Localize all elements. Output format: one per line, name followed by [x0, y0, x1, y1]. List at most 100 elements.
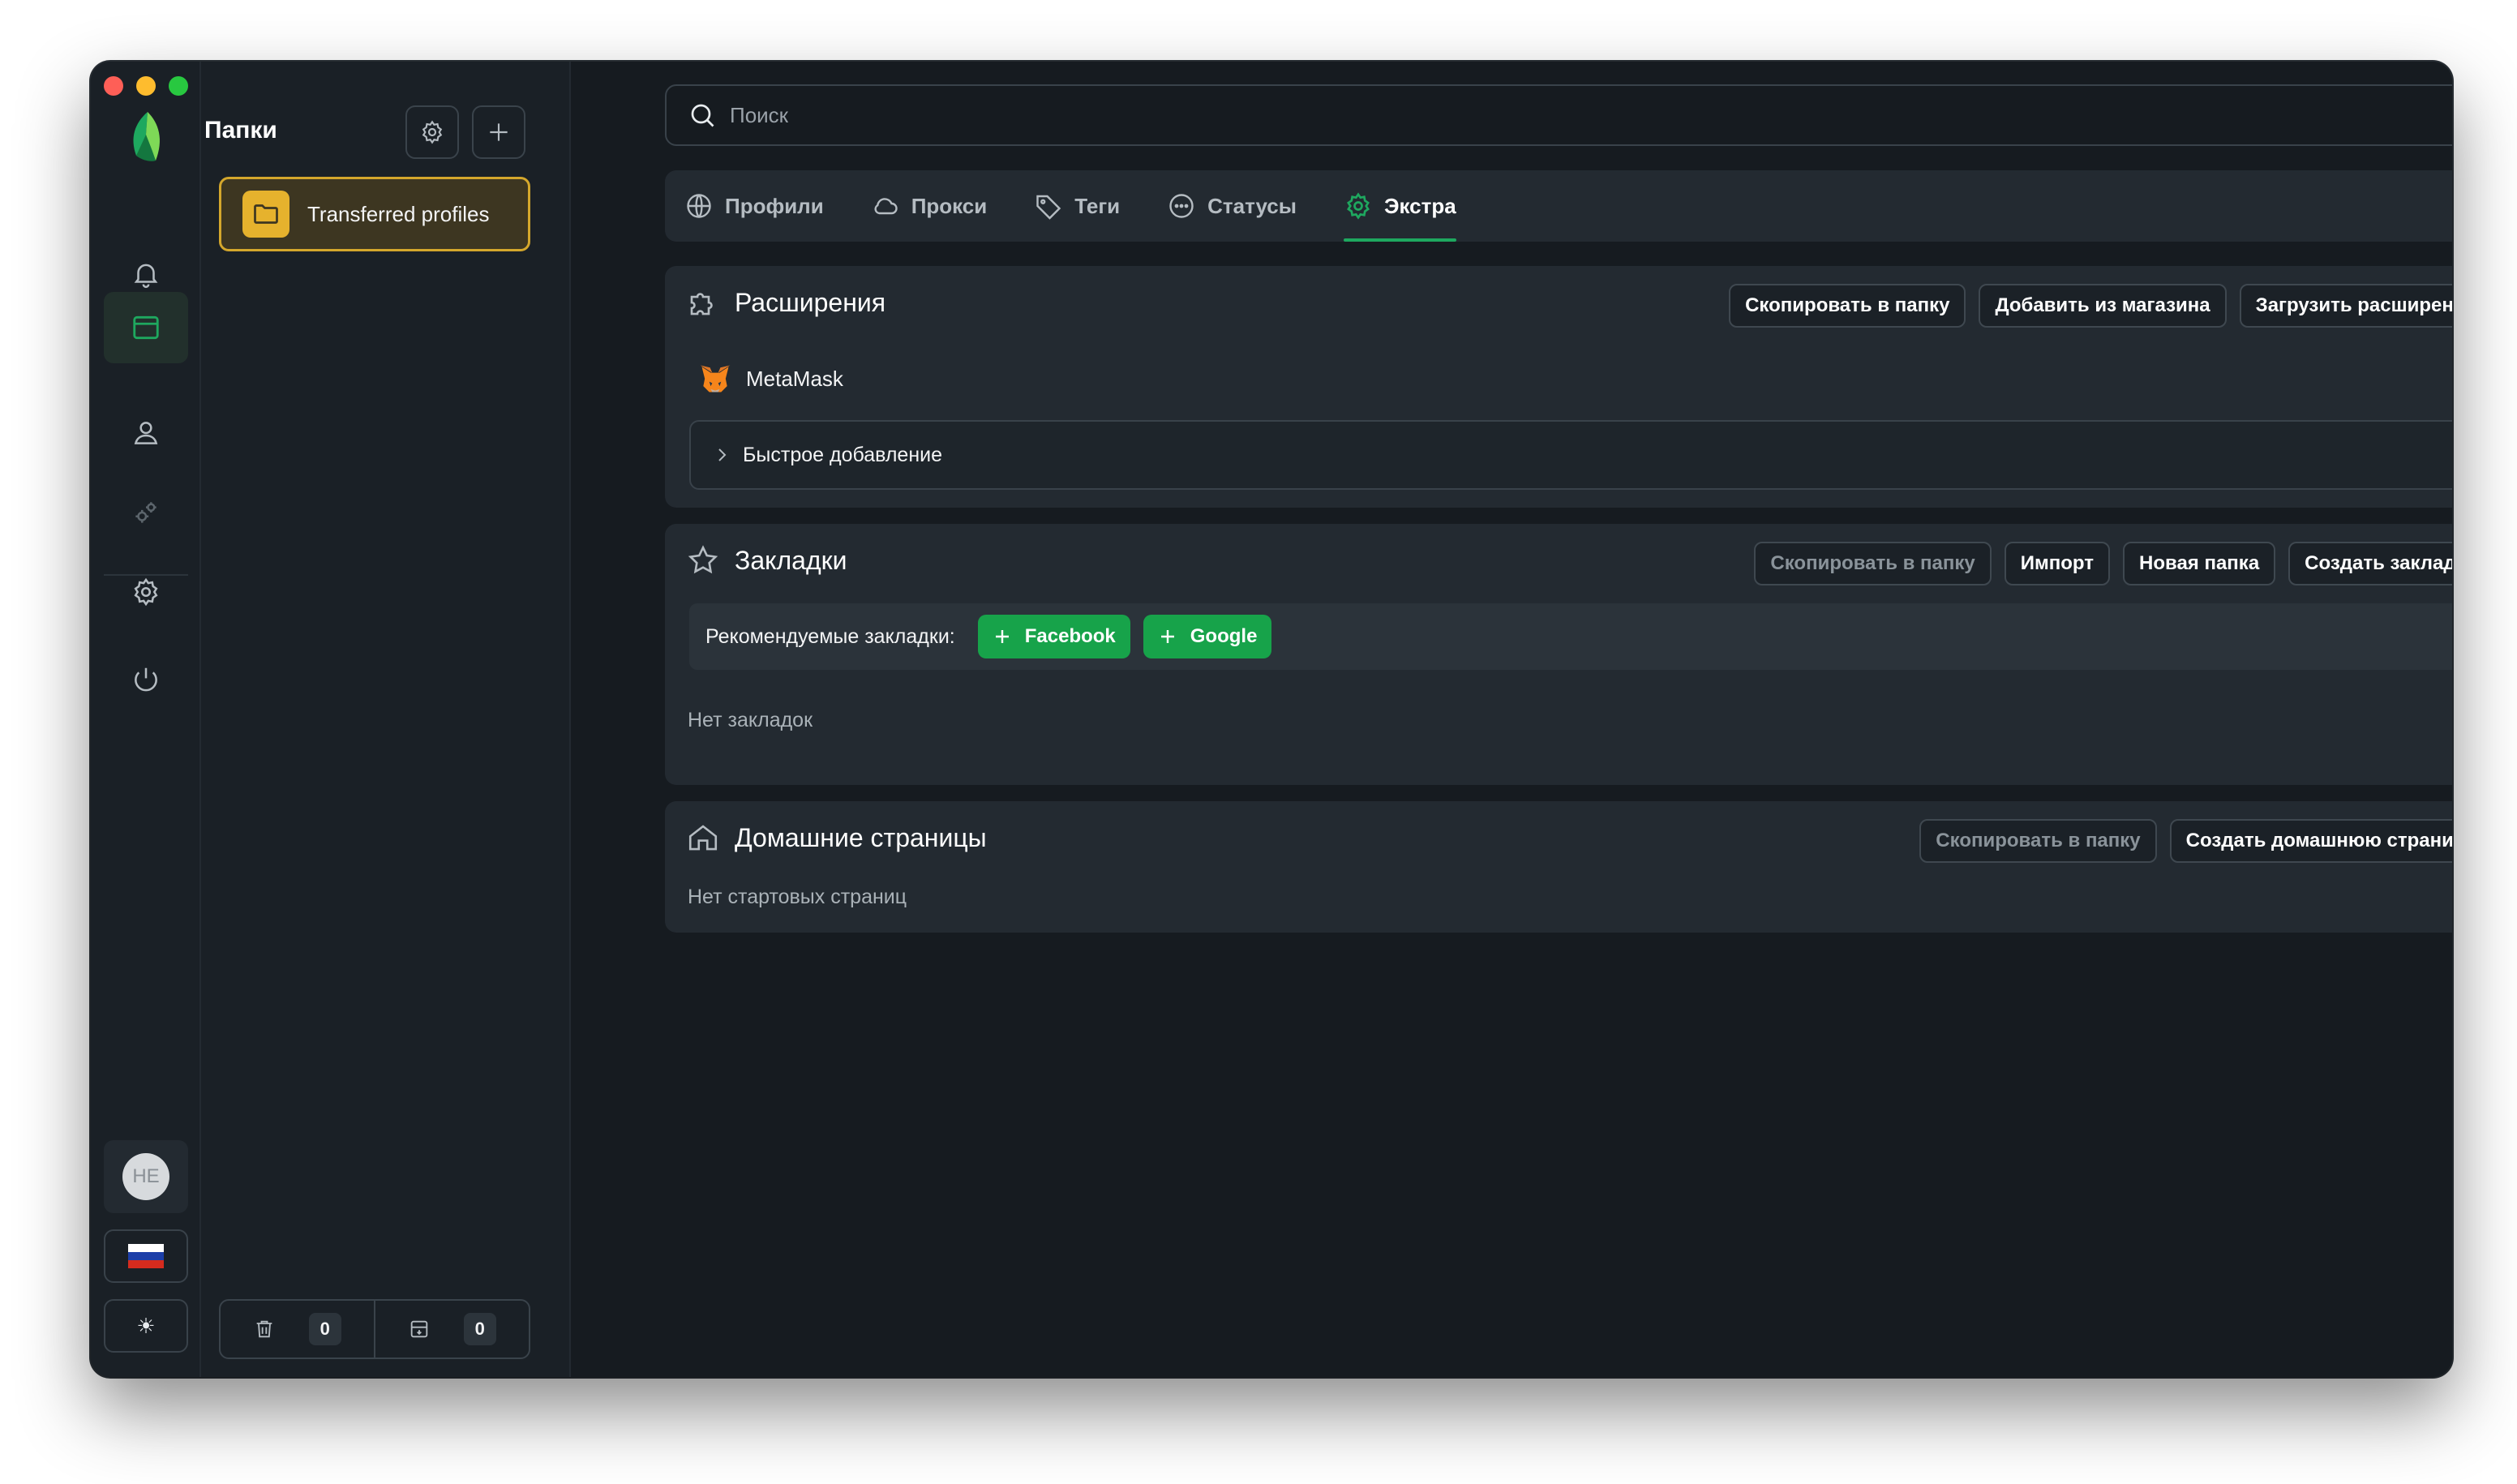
- language-button[interactable]: [104, 1229, 188, 1283]
- folders-title: Папки: [204, 117, 277, 144]
- archive-count: 0: [463, 1313, 496, 1345]
- extensions-title: Расширения: [735, 287, 886, 317]
- theme-toggle-button[interactable]: ☀: [104, 1299, 188, 1353]
- app-logo-icon: [133, 112, 160, 161]
- folder-label: Transferred profiles: [307, 201, 490, 226]
- gear-icon: [134, 577, 158, 607]
- tab-label: Теги: [1074, 193, 1121, 218]
- new-folder-button[interactable]: Новая папка: [2123, 542, 2276, 585]
- user-icon: [134, 422, 158, 444]
- import-bookmarks-button[interactable]: Импорт: [2004, 542, 2111, 585]
- trash-icon: [256, 1320, 272, 1338]
- home-icon: [688, 825, 718, 851]
- automation-button[interactable]: [104, 477, 188, 548]
- archive-icon: [410, 1320, 428, 1338]
- power-button[interactable]: [104, 644, 188, 715]
- extensions-actions: Скопировать в папку Добавить из магазина…: [1729, 284, 2452, 328]
- folder-icon: [242, 191, 289, 238]
- bookmarks-heading: Закладки: [686, 543, 847, 577]
- tab-label: Прокси: [911, 193, 988, 218]
- folder-settings-button[interactable]: [405, 105, 459, 159]
- bookmarks-empty-text: Нет закладок: [688, 709, 813, 731]
- copy-bookmarks-to-folder-button[interactable]: Скопировать в папку: [1754, 542, 1992, 585]
- window-controls: [104, 76, 188, 96]
- metamask-fox-icon: [700, 365, 731, 392]
- facebook-label: Facebook: [1024, 625, 1116, 647]
- folders-panel: [201, 62, 571, 1377]
- tag-icon: [1036, 195, 1061, 220]
- settings-button[interactable]: [104, 556, 188, 628]
- extension-item-metamask[interactable]: MetaMask –: [697, 355, 2452, 402]
- add-facebook-bookmark-button[interactable]: Facebook: [977, 615, 1130, 658]
- extensions-card: Расширения Скопировать в папку Добавить …: [665, 266, 2452, 508]
- recommended-bookmarks-bar: Рекомендуемые закладки: Facebook Google: [689, 603, 2452, 670]
- plus-icon: [490, 123, 508, 141]
- quick-add-label: Быстрое добавление: [743, 443, 942, 466]
- homepages-title: Домашние страницы: [735, 822, 987, 852]
- extension-name: MetaMask: [746, 366, 843, 391]
- ellipsis-circle-icon: [1169, 194, 1194, 218]
- homepages-actions: Скопировать в папку Создать домашнюю стр…: [1919, 819, 2452, 863]
- puzzle-icon: [690, 293, 713, 315]
- bell-icon: [134, 264, 158, 289]
- search-bar[interactable]: [665, 84, 2452, 146]
- tab-label: Экстра: [1383, 193, 1456, 218]
- create-homepage-button[interactable]: Создать домашнюю страницу: [2169, 819, 2452, 863]
- quick-add-expander[interactable]: Быстрое добавление: [689, 420, 2452, 490]
- homepages-empty-text: Нет стартовых страниц: [688, 886, 907, 908]
- russian-flag-icon: [128, 1244, 164, 1268]
- trash-count: 0: [308, 1313, 341, 1345]
- folder-item-transferred-profiles[interactable]: Transferred profiles: [219, 177, 530, 251]
- chevron-right-icon: [718, 448, 727, 461]
- team-button[interactable]: [104, 397, 188, 469]
- homepages-heading: Домашние страницы: [686, 821, 987, 855]
- close-window-button[interactable]: [104, 76, 123, 96]
- add-folder-button[interactable]: [472, 105, 525, 159]
- tab-proxies[interactable]: Прокси: [871, 170, 988, 242]
- rail-divider: [104, 574, 188, 576]
- browser-profiles-button[interactable]: [104, 292, 188, 363]
- tab-label: Профили: [725, 193, 824, 218]
- maximize-window-button[interactable]: [169, 76, 188, 96]
- avatar: НЕ: [122, 1153, 169, 1200]
- tab-profiles[interactable]: Профили: [684, 170, 824, 242]
- globe-icon: [687, 194, 711, 218]
- gears-icon: [135, 502, 157, 523]
- upload-extension-button[interactable]: Загрузить расширение: [2239, 284, 2452, 328]
- search-input[interactable]: [730, 102, 2375, 128]
- copy-extensions-to-folder-button[interactable]: Скопировать в папку: [1729, 284, 1966, 328]
- recommended-label: Рекомендуемые закладки:: [705, 624, 955, 648]
- star-icon: [688, 545, 718, 574]
- plus-icon: [995, 630, 1009, 643]
- copy-homepages-to-folder-button[interactable]: Скопировать в папку: [1919, 819, 2157, 863]
- bookmarks-actions: Скопировать в папку Импорт Новая папка С…: [1754, 542, 2452, 585]
- minimize-window-button[interactable]: [136, 76, 156, 96]
- main-content: Профили Прокси Теги Статусы Экстра: [572, 62, 2452, 1377]
- tab-bar: Профили Прокси Теги Статусы Экстра: [665, 170, 2452, 242]
- cloud-icon: [874, 198, 898, 215]
- google-label: Google: [1190, 625, 1258, 647]
- trash-button[interactable]: 0: [221, 1301, 374, 1357]
- app-window: НЕ ☀ Папки Transferred profiles 0 0 Поис…: [91, 62, 2452, 1377]
- gear-icon: [1346, 192, 1370, 220]
- sun-icon: ☀: [136, 1313, 156, 1338]
- browser-window-icon: [133, 315, 159, 340]
- archive-button[interactable]: 0: [374, 1301, 529, 1357]
- create-bookmark-button[interactable]: Создать закладку: [2288, 542, 2452, 585]
- search-icon: [691, 104, 714, 127]
- account-button[interactable]: НЕ: [104, 1140, 188, 1213]
- tab-statuses[interactable]: Статусы: [1167, 170, 1297, 242]
- nav-rail: НЕ ☀: [91, 62, 201, 1377]
- tab-label: Статусы: [1207, 193, 1297, 218]
- bookmarks-title: Закладки: [735, 545, 847, 575]
- tab-tags[interactable]: Теги: [1034, 170, 1120, 242]
- tab-extra[interactable]: Экстра: [1343, 170, 1456, 242]
- bookmarks-card: Закладки Скопировать в папку Импорт Нова…: [665, 524, 2452, 785]
- gear-icon: [422, 120, 443, 144]
- folder-counters: 0 0: [219, 1299, 530, 1359]
- power-icon: [135, 667, 157, 692]
- add-google-bookmark-button[interactable]: Google: [1143, 615, 1272, 658]
- homepages-card: Домашние страницы Скопировать в папку Со…: [665, 801, 2452, 933]
- add-from-store-button[interactable]: Добавить из магазина: [1979, 284, 2227, 328]
- plus-icon: [1160, 630, 1174, 643]
